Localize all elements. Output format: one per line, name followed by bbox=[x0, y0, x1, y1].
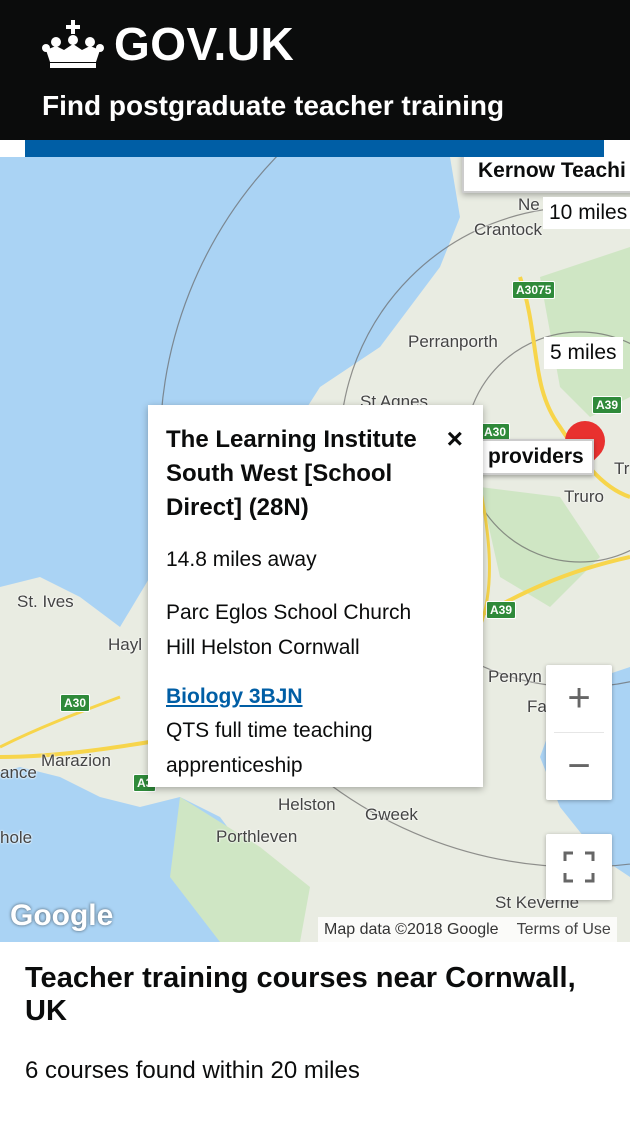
crown-icon bbox=[42, 20, 104, 68]
fullscreen-icon bbox=[563, 851, 595, 883]
zoom-in-button[interactable]: + bbox=[546, 665, 612, 732]
place-label-penryn: Penryn bbox=[488, 667, 542, 686]
info-window-title: The Learning Institute South West [Schoo… bbox=[166, 426, 417, 521]
road-label-a30-left: A30 bbox=[60, 694, 91, 712]
road-label-a39-mid: A39 bbox=[486, 601, 517, 619]
road-label-a39: A39 bbox=[592, 396, 623, 414]
radius-label-10-miles: 10 miles bbox=[543, 197, 630, 229]
radius-label-5-miles: 5 miles bbox=[544, 337, 623, 369]
road-label-a3075: A3075 bbox=[512, 281, 556, 299]
service-name[interactable]: Find postgraduate teacher training bbox=[42, 88, 504, 124]
place-label-st-ives: St. Ives bbox=[17, 592, 74, 611]
map-data-text: Map data ©2018 Google bbox=[324, 920, 499, 938]
logo-text: GOV.UK bbox=[114, 18, 295, 70]
place-label-hayl: Hayl bbox=[108, 635, 143, 654]
close-icon[interactable]: × bbox=[447, 425, 463, 453]
fullscreen-button[interactable] bbox=[546, 834, 612, 900]
place-label-ance: ance bbox=[0, 763, 37, 782]
terms-of-use-link[interactable]: Terms of Use bbox=[517, 921, 611, 939]
info-window-distance: 14.8 miles away bbox=[166, 548, 317, 571]
site-header: GOV.UK Find postgraduate teacher trainin… bbox=[0, 0, 630, 140]
place-label-fa: Fa bbox=[527, 697, 547, 716]
results-title: Teacher training courses near Cornwall, … bbox=[25, 962, 576, 1027]
place-label-marazion: Marazion bbox=[41, 751, 111, 770]
zoom-control: + − bbox=[546, 665, 612, 800]
providers-marker-label[interactable]: providers bbox=[478, 439, 594, 475]
place-label-ne: Ne bbox=[518, 195, 540, 214]
govuk-logo[interactable]: GOV.UK bbox=[42, 18, 294, 70]
results-count: 6 courses found within 20 miles bbox=[25, 1057, 360, 1084]
place-label-porthleven: Porthleven bbox=[216, 827, 298, 846]
zoom-out-button[interactable]: − bbox=[546, 733, 612, 800]
header-underline bbox=[25, 140, 604, 157]
info-window: The Learning Institute South West [Schoo… bbox=[148, 405, 483, 787]
place-label-helston: Helston bbox=[278, 795, 336, 814]
place-label-crantock: Crantock bbox=[474, 220, 543, 239]
provider-marker-label[interactable]: Kernow Teachi bbox=[462, 157, 630, 193]
map[interactable]: Ne Crantock Perranporth St Agnes Truro T… bbox=[0, 157, 630, 942]
place-label-hole: hole bbox=[0, 828, 33, 847]
place-label-truro: Truro bbox=[564, 487, 604, 506]
google-logo[interactable]: Google bbox=[10, 899, 113, 933]
course-link[interactable]: Biology 3BJN bbox=[166, 681, 303, 713]
place-label-gweek: Gweek bbox=[365, 805, 418, 824]
map-attribution: Map data ©2018 Google Terms of Use bbox=[318, 917, 617, 942]
info-window-address: Parc Eglos School Church Hill Helston Co… bbox=[166, 601, 412, 659]
place-label-perranporth: Perranporth bbox=[408, 332, 498, 351]
course-description: QTS full time teaching apprenticeship bbox=[166, 719, 373, 777]
place-label-tr: Tr bbox=[614, 459, 630, 478]
